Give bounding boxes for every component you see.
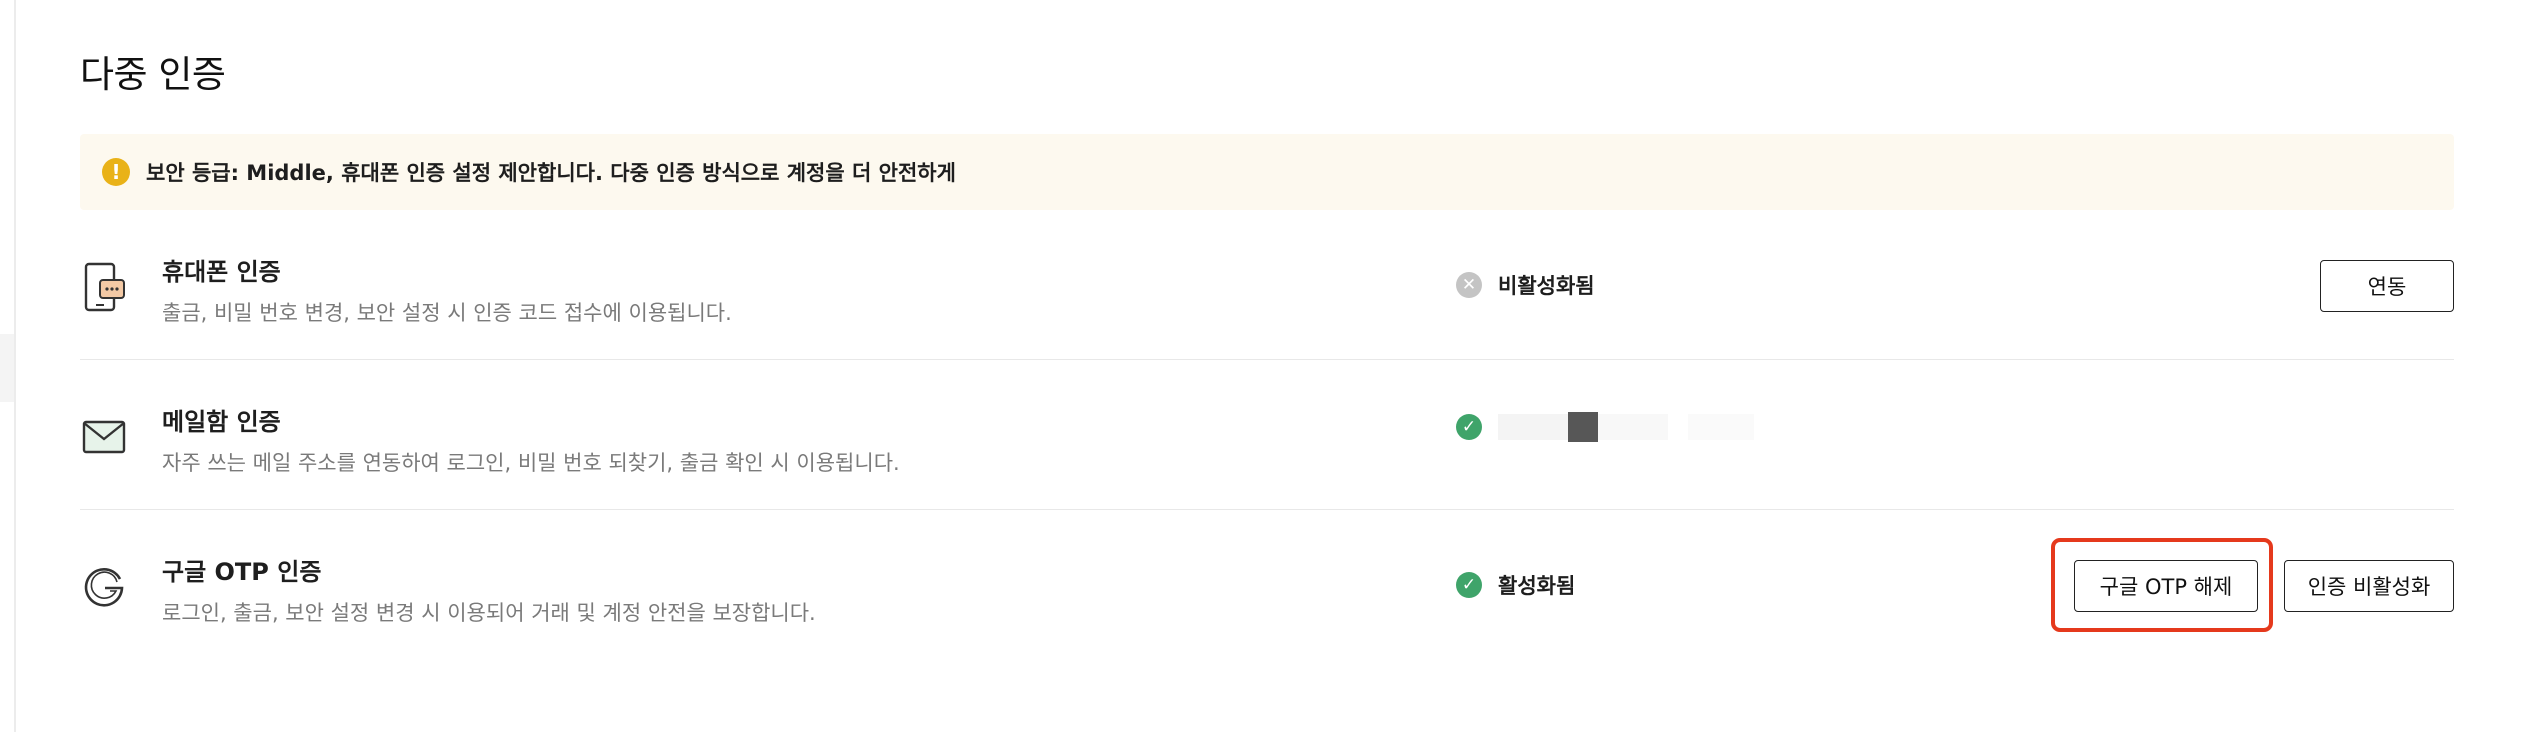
page-title: 다중 인증	[80, 53, 226, 96]
auth-title: 메일함 인증	[162, 408, 281, 436]
auth-description: 자주 쓰는 메일 주소를 연동하여 로그인, 비밀 번호 되찾기, 출금 확인 …	[162, 451, 900, 475]
auth-method-phone: 휴대폰 인증 출금, 비밀 번호 변경, 보안 설정 시 인증 코드 접수에 이…	[80, 210, 2454, 360]
check-icon: ✓	[1456, 414, 1482, 440]
auth-status: ✓	[1456, 412, 1754, 442]
auth-description: 로그인, 출금, 보안 설정 변경 시 이용되어 거래 및 계정 안전을 보장합…	[162, 601, 816, 625]
notice-text: 보안 등급: Middle, 휴대폰 인증 설정 제안합니다. 다중 인증 방식…	[146, 161, 956, 185]
phone-icon	[80, 254, 130, 318]
warning-icon: !	[102, 158, 130, 186]
connect-button[interactable]: 연동	[2320, 260, 2454, 312]
release-otp-button[interactable]: 구글 OTP 해제	[2074, 560, 2258, 612]
security-notice: ! 보안 등급: Middle, 휴대폰 인증 설정 제안합니다. 다중 인증 …	[80, 134, 2454, 210]
auth-title: 휴대폰 인증	[162, 258, 281, 286]
check-icon: ✓	[1456, 572, 1482, 598]
sidebar-tab	[0, 334, 14, 402]
mail-icon	[80, 404, 130, 468]
google-icon	[80, 554, 130, 618]
mfa-page: 다중 인증 ! 보안 등급: Middle, 휴대폰 인증 설정 제안합니다. …	[0, 0, 2526, 732]
auth-description: 출금, 비밀 번호 변경, 보안 설정 시 인증 코드 접수에 이용됩니다.	[162, 301, 732, 325]
masked-email	[1498, 412, 1754, 442]
disable-auth-button[interactable]: 인증 비활성화	[2284, 560, 2454, 612]
status-text: 활성화됨	[1498, 574, 1576, 598]
status-text: 비활성화됨	[1498, 274, 1595, 298]
sidebar-divider	[14, 0, 16, 732]
auth-method-email: 메일함 인증 자주 쓰는 메일 주소를 연동하여 로그인, 비밀 번호 되찾기,…	[80, 360, 2454, 510]
auth-status: ✓ 활성화됨	[1456, 570, 1575, 600]
inactive-status-icon: ✕	[1456, 272, 1482, 298]
auth-title: 구글 OTP 인증	[162, 558, 322, 586]
auth-method-google-otp: 구글 OTP 인증 로그인, 출금, 보안 설정 변경 시 이용되어 거래 및 …	[80, 510, 2454, 660]
auth-status: ✕ 비활성화됨	[1456, 270, 1595, 300]
